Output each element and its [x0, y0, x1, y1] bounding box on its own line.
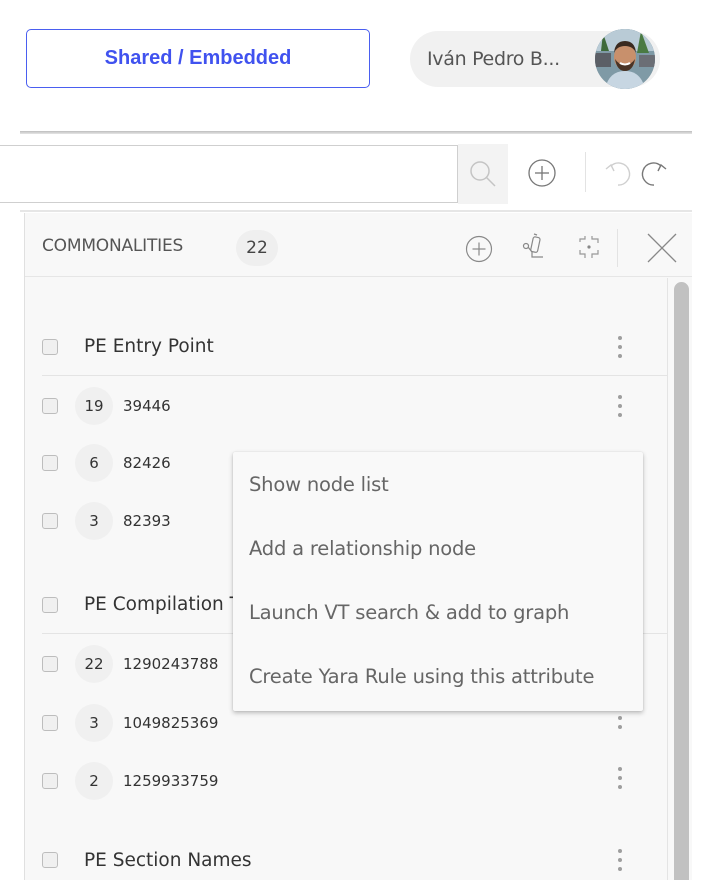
panel-title: COMMONALITIES: [42, 236, 184, 256]
item-checkbox[interactable]: [42, 455, 58, 471]
redo-icon: [641, 162, 667, 186]
panel-count-badge: 22: [236, 230, 278, 266]
panel-focus-button[interactable]: [572, 230, 606, 264]
context-menu: Show node list Add a relationship node L…: [233, 452, 643, 711]
add-node-button[interactable]: [525, 156, 559, 190]
item-value: 39446: [123, 397, 171, 415]
item-checkbox[interactable]: [42, 513, 58, 529]
item-value: 82393: [123, 512, 171, 530]
list-item[interactable]: 19 39446: [25, 377, 667, 435]
scrollbar-thumb[interactable]: [674, 282, 689, 880]
toolbar-separator: [585, 152, 586, 192]
group-header-pe-section-names: PE Section Names: [25, 831, 667, 880]
top-divider: [20, 131, 692, 134]
shared-embedded-button[interactable]: Shared / Embedded: [26, 29, 370, 88]
search-icon: [470, 161, 496, 187]
item-more-button[interactable]: [610, 389, 630, 423]
panel-close-button[interactable]: [642, 228, 682, 268]
item-count-badge: 3: [75, 502, 113, 540]
group-checkbox[interactable]: [42, 338, 58, 355]
item-count-badge: 2: [75, 762, 113, 800]
undo-icon: [605, 162, 631, 186]
menu-item-show-node-list[interactable]: Show node list: [233, 452, 643, 516]
export-icon: [522, 233, 543, 258]
group-header-pe-entry-point: PE Entry Point: [42, 318, 667, 376]
group-more-button[interactable]: [610, 330, 630, 364]
item-value: 1290243788: [123, 655, 219, 673]
group-label: PE Section Names: [84, 849, 252, 871]
panel-add-button[interactable]: [462, 232, 496, 266]
group-checkbox[interactable]: [42, 596, 58, 613]
menu-item-create-yara-rule[interactable]: Create Yara Rule using this attribute: [233, 644, 643, 708]
item-count-badge: 6: [75, 444, 113, 482]
toolbar-divider: [20, 210, 692, 212]
user-avatar-icon: [595, 29, 655, 89]
panel-export-button[interactable]: [516, 230, 550, 264]
plus-circle-icon: [465, 235, 493, 263]
item-value: 1259933759: [123, 772, 219, 790]
item-checkbox[interactable]: [42, 398, 58, 414]
panel-header-separator: [617, 229, 618, 267]
item-value: 1049825369: [123, 714, 219, 732]
close-icon: [647, 233, 677, 263]
search-input[interactable]: [0, 145, 458, 203]
item-checkbox[interactable]: [42, 773, 58, 789]
menu-item-launch-vt-search[interactable]: Launch VT search & add to graph: [233, 580, 643, 644]
avatar[interactable]: [595, 29, 655, 89]
plus-circle-icon: [528, 159, 556, 187]
focus-icon: [579, 236, 599, 258]
item-value: 82426: [123, 454, 171, 472]
item-count-badge: 22: [75, 645, 113, 683]
group-checkbox[interactable]: [42, 852, 58, 868]
group-more-button[interactable]: [610, 843, 630, 877]
item-checkbox[interactable]: [42, 715, 58, 731]
group-label: PE Entry Point: [84, 336, 214, 357]
item-count-badge: 19: [75, 387, 113, 425]
item-more-button[interactable]: [610, 761, 630, 795]
list-border: [667, 278, 668, 880]
search-button[interactable]: [458, 144, 508, 204]
item-count-badge: 3: [75, 704, 113, 742]
item-checkbox[interactable]: [42, 656, 58, 672]
user-name: Iván Pedro B...: [427, 48, 560, 70]
redo-button[interactable]: [636, 155, 672, 191]
menu-item-add-relationship-node[interactable]: Add a relationship node: [233, 516, 643, 580]
undo-button[interactable]: [600, 155, 636, 191]
list-item[interactable]: 2 1259933759: [25, 752, 667, 810]
